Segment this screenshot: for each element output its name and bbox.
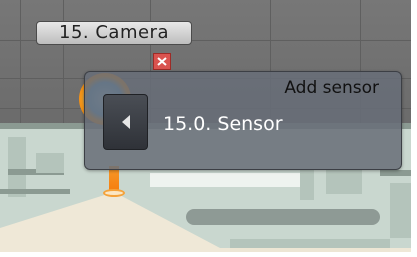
floor-wall — [380, 170, 411, 176]
map-grid-line — [20, 0, 21, 126]
left-arrow-icon — [121, 115, 130, 129]
close-icon[interactable] — [153, 53, 171, 70]
back-button[interactable] — [103, 94, 148, 150]
floor-corridor — [150, 173, 300, 187]
camera-view-cone — [0, 192, 411, 252]
floor-room — [36, 153, 64, 173]
add-sensor-panel: Add sensor 15.0. Sensor — [84, 71, 402, 170]
floor-wall — [8, 137, 26, 197]
map-viewport[interactable]: 15. Camera Add sensor 15.0. Sensor — [0, 0, 411, 252]
map-grid-line — [63, 0, 64, 126]
sensor-list-item[interactable]: 15.0. Sensor — [163, 112, 283, 136]
camera-position-dot[interactable] — [103, 189, 125, 197]
close-glyph — [157, 57, 167, 66]
panel-title: Add sensor — [284, 78, 379, 98]
camera-label[interactable]: 15. Camera — [36, 21, 192, 45]
